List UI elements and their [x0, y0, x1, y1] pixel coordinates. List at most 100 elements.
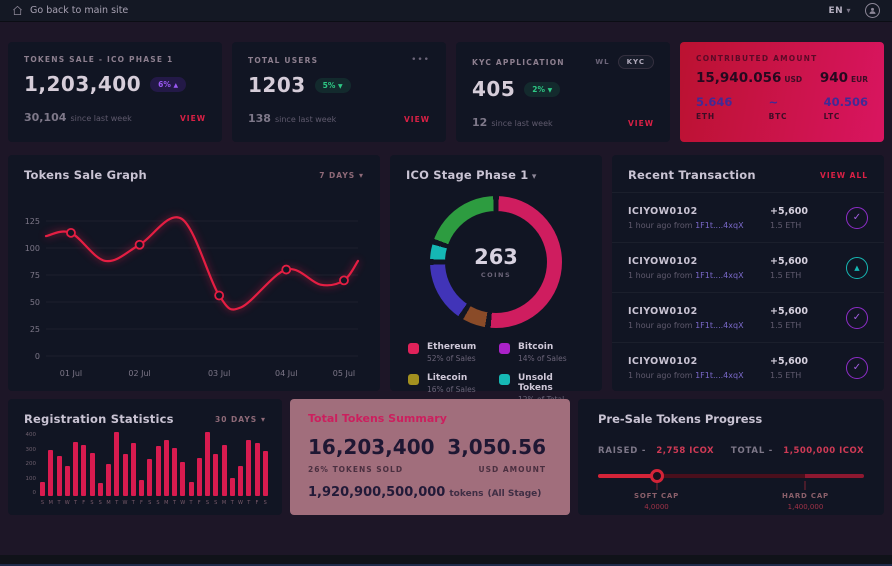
transaction-address[interactable]: 1F1t....4xqX [695, 271, 743, 280]
view-button[interactable]: VIEW [180, 114, 206, 123]
bar [156, 446, 161, 496]
bar [197, 458, 202, 496]
presale-progress-panel: Pre-Sale Tokens Progress RAISED - 2,758 … [578, 399, 884, 515]
panel-title: Total Tokens Summary [308, 412, 552, 425]
ico-stage-dropdown[interactable]: ICO Stage Phase 1 [406, 168, 537, 182]
transaction-amount: +5,600 [770, 306, 832, 317]
back-label: Go back to main site [30, 5, 128, 16]
kyc-toggle-button[interactable]: KYC [618, 55, 654, 69]
bar [205, 432, 210, 496]
back-to-main-site-link[interactable]: Go back to main site [12, 5, 128, 16]
trend-badge: 6% ▲ [150, 77, 186, 92]
transaction-meta: 1 hour ago from 1F1t....4xqX [628, 221, 770, 230]
card-delta: 12since last week [472, 116, 553, 129]
total-label: TOTAL - [731, 446, 773, 456]
contributed-ltc: 40.506LTC [824, 95, 868, 121]
bar [180, 462, 185, 496]
bar [48, 450, 53, 496]
trend-badge: 5% ▼ [315, 78, 351, 93]
arrow-up-icon: ▲ [173, 82, 178, 89]
contributed-eur: 940EUR [820, 70, 868, 86]
bar [230, 478, 235, 496]
language-dropdown[interactable]: EN [829, 6, 852, 16]
card-value: 1,203,400 [24, 72, 141, 96]
tokens-sale-line-chart: 025507510012501 Jul02 Jul03 Jul04 Jul05 … [16, 192, 372, 384]
slider-fill [598, 474, 657, 478]
transaction-row[interactable]: ICIYOW0102 1 hour ago from 1F1t....4xqX … [612, 192, 884, 242]
legend-item: Ethereum52% of Sales [408, 342, 493, 363]
bar [263, 451, 268, 496]
card-title: KYC APPLICATION [472, 58, 565, 67]
transaction-eth: 1.5 ETH [770, 371, 832, 380]
bar [65, 466, 70, 496]
contributed-btc: ~BTC [769, 95, 788, 121]
tokens-sold-label: 26% TOKENS SOLD [308, 465, 435, 474]
dashboard-root: Go back to main site EN TOKENS SALE - IC… [0, 0, 892, 566]
range-dropdown[interactable]: 7 DAYS [319, 171, 364, 180]
transaction-address[interactable]: 1F1t....4xqX [695, 371, 743, 380]
tokens-sold-value: 16,203,400 [308, 435, 435, 459]
bar [238, 466, 243, 496]
user-icon [868, 6, 877, 15]
trend-badge: 2% ▼ [524, 82, 560, 97]
transaction-row[interactable]: ICIYOW0102 1 hour ago from 1F1t....4xqX … [612, 342, 884, 392]
soft-cap-marker: SOFT CAP 4,0000 [634, 492, 679, 511]
legend-swatch [408, 343, 419, 354]
view-button[interactable]: VIEW [628, 119, 654, 128]
bar [172, 448, 177, 496]
bar [114, 432, 119, 496]
transaction-amount: +5,600 [770, 256, 832, 267]
card-value: 1203 [248, 73, 306, 97]
transaction-address[interactable]: 1F1t....4xqX [695, 321, 743, 330]
legend-swatch [499, 343, 510, 354]
bar [164, 440, 169, 496]
card-total-users: TOTAL USERS ••• 1203 5% ▼ 138since last … [232, 42, 446, 142]
card-delta: 138since last week [248, 112, 336, 125]
card-title: TOKENS SALE - ICO PHASE 1 [24, 55, 206, 64]
footer-band [0, 555, 892, 564]
transaction-id: ICIYOW0102 [628, 356, 770, 367]
presale-progress-slider [598, 469, 864, 483]
card-value: 405 [472, 77, 515, 101]
transaction-address[interactable]: 1F1t....4xqX [695, 221, 743, 230]
contributed-usd: 15,940.056USD [696, 70, 802, 86]
bar [90, 453, 95, 496]
range-dropdown[interactable]: 30 DAYS [215, 415, 266, 424]
svg-text:01 Jul: 01 Jul [60, 369, 82, 378]
legend-swatch [499, 374, 510, 385]
bar [40, 482, 45, 496]
legend-item: Bitcoin14% of Sales [499, 342, 584, 363]
bar [139, 480, 144, 496]
slider-knob[interactable] [650, 469, 664, 483]
transaction-row[interactable]: ICIYOW0102 1 hour ago from 1F1t....4xqX … [612, 292, 884, 342]
bar [106, 464, 111, 496]
bar [213, 454, 218, 496]
wl-toggle-button[interactable]: WL [595, 58, 609, 66]
home-icon [12, 5, 23, 16]
card-title: TOTAL USERS [248, 56, 318, 65]
svg-text:100: 100 [25, 244, 40, 253]
panel-title: Registration Statistics [24, 412, 174, 426]
transaction-status-arrow-up-icon: ▲ [846, 257, 868, 279]
bar [147, 459, 152, 496]
topbar: Go back to main site EN [0, 0, 892, 22]
card-title: CONTRIBUTED AMOUNT [696, 54, 868, 63]
slider-hardcap-segment [805, 474, 864, 478]
view-all-button[interactable]: VIEW ALL [820, 171, 868, 180]
total-tokens-line: 1,920,900,500,000tokens(All Stage) [308, 485, 552, 500]
transaction-status-check-icon: ✓ [846, 307, 868, 329]
svg-text:25: 25 [30, 325, 40, 334]
transaction-row[interactable]: ICIYOW0102 1 hour ago from 1F1t....4xqX … [612, 242, 884, 292]
tokens-sale-graph-panel: Tokens Sale Graph 7 DAYS 025507510012501… [8, 155, 380, 391]
user-avatar[interactable] [865, 3, 880, 18]
raised-label: RAISED - [598, 446, 646, 456]
svg-text:75: 75 [30, 271, 40, 280]
transaction-meta: 1 hour ago from 1F1t....4xqX [628, 271, 770, 280]
registration-statistics-panel: Registration Statistics 30 DAYS 40030020… [8, 399, 282, 515]
recent-transactions-panel: Recent Transaction VIEW ALL ICIYOW0102 1… [612, 155, 884, 391]
more-menu-icon[interactable]: ••• [411, 55, 430, 65]
view-button[interactable]: VIEW [404, 115, 430, 124]
svg-text:02 Jul: 02 Jul [128, 369, 150, 378]
card-kyc-application: KYC APPLICATION WL KYC 405 2% ▼ 12since … [456, 42, 670, 142]
legend-swatch [408, 374, 419, 385]
